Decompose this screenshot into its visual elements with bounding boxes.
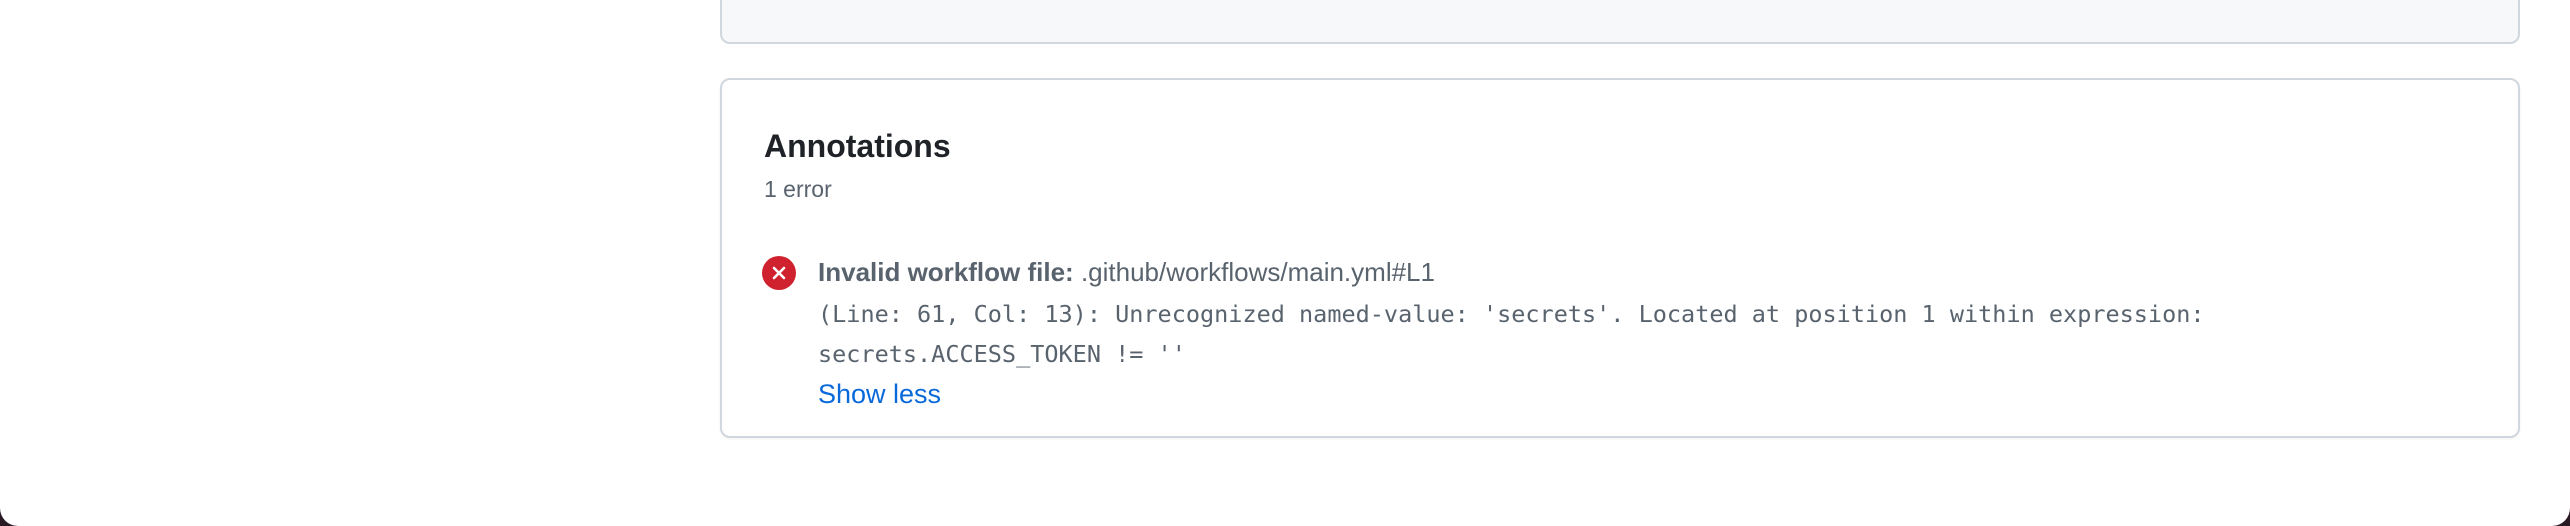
annotations-title: Annotations [764, 128, 951, 164]
previous-section-card [720, 0, 2520, 44]
show-less-link[interactable]: Show less [818, 374, 941, 414]
x-circle-fill-icon [762, 256, 796, 290]
annotations-card: Annotations 1 error Invalid workflow fil… [720, 78, 2520, 438]
page-window: Annotations 1 error Invalid workflow fil… [0, 0, 2570, 526]
annotation-file-path: .github/workflows/main.yml#L1 [1080, 257, 1435, 287]
annotation-heading-label: Invalid workflow file: [818, 257, 1074, 287]
annotation-message-line2: secrets.ACCESS_TOKEN != '' [818, 340, 1186, 368]
annotation-message-line1: (Line: 61, Col: 13): Unrecognized named-… [818, 300, 2205, 328]
annotation-heading: Invalid workflow file: .github/workflows… [818, 254, 1435, 290]
annotations-count: 1 error [764, 176, 832, 202]
annotation-message: (Line: 61, Col: 13): Unrecognized named-… [818, 294, 2438, 374]
